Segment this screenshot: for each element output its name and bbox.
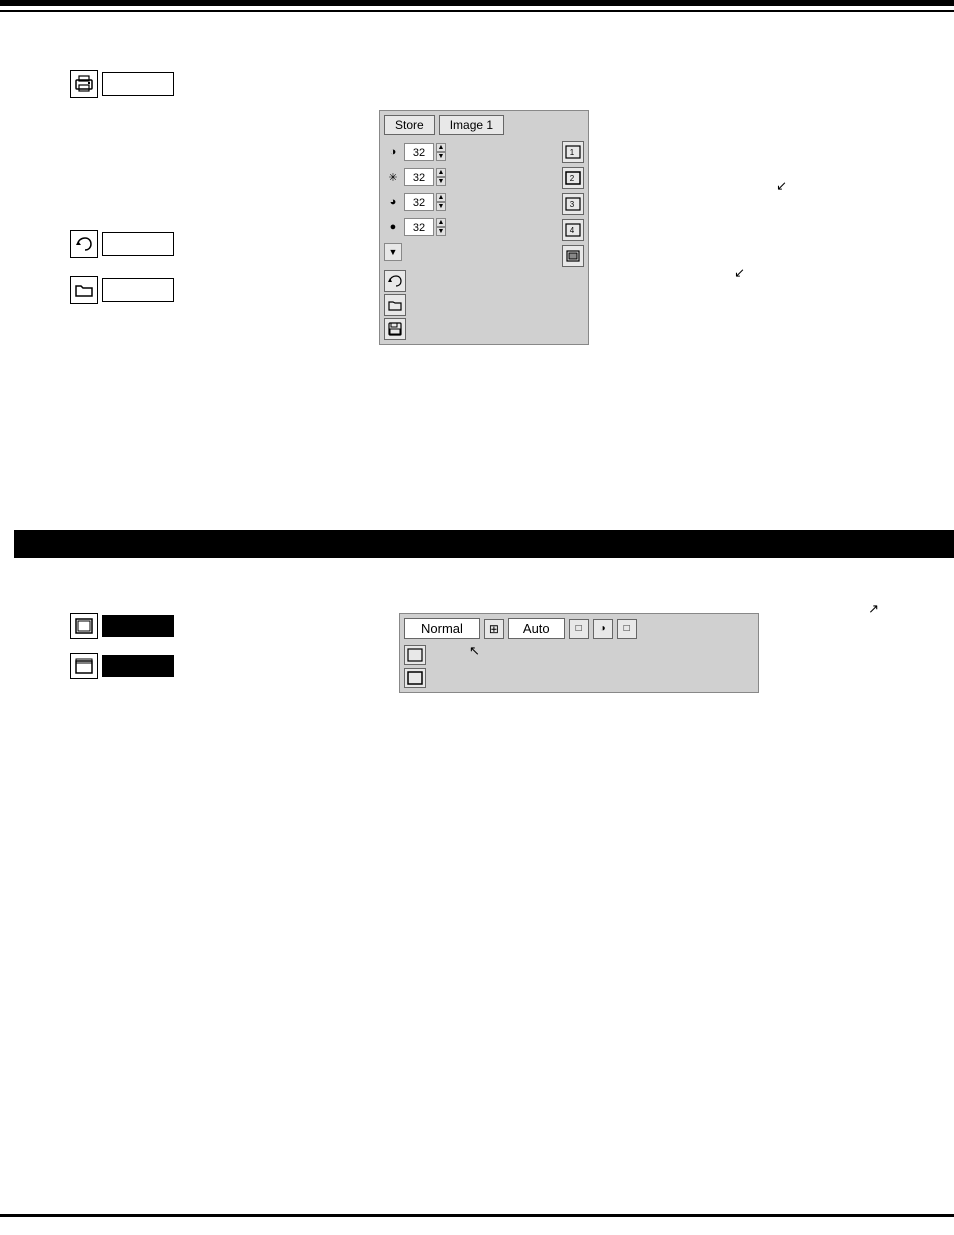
normal-sub-rows (404, 645, 754, 688)
contrast-value: 32 (404, 143, 434, 161)
panel-controls: ◑ 32 ▲ ▼ ✳ 32 ▲ ▼ (384, 141, 556, 340)
lower-panel-arrow2: ↗ (868, 601, 879, 617)
svg-text:3: 3 (570, 200, 575, 209)
normal-header: Normal ⊞ Auto □ ◑ □ (404, 618, 754, 639)
panel-body: ◑ 32 ▲ ▼ ✳ 32 ▲ ▼ (384, 141, 584, 340)
color-value: 32 (404, 193, 434, 211)
normal-icon-3[interactable]: □ (617, 619, 637, 639)
upper-left-icons (70, 70, 174, 98)
lower-icon-2[interactable] (70, 653, 98, 679)
brightness-value: 32 (404, 168, 434, 186)
lower-left-icons (70, 613, 174, 679)
normal-icon-2[interactable]: ◑ (593, 619, 613, 639)
undo-label (102, 232, 174, 256)
panel-arrow-annotation1: ↙ (776, 178, 787, 194)
top-border-line (0, 10, 954, 12)
panel-side-buttons: 1 2 3 (562, 141, 584, 340)
panel-arrow-annotation2: ↙ (734, 265, 745, 281)
lower-panel-arrow1: ↖ (469, 643, 480, 659)
bottom-row-2 (384, 294, 556, 316)
bottom-row-1 (384, 270, 556, 292)
upper-left-lower-icons (70, 230, 174, 304)
store-button[interactable]: Store (384, 115, 435, 135)
image2-select[interactable]: 2 (562, 167, 584, 189)
top-border (0, 0, 954, 6)
contrast-up[interactable]: ▲ (436, 143, 446, 152)
color-down[interactable]: ▼ (436, 202, 446, 211)
print-label (102, 72, 174, 96)
svg-text:1: 1 (570, 148, 575, 157)
svg-text:4: 4 (570, 226, 575, 235)
lower-label-1 (102, 615, 174, 637)
dropdown-row: ▼ (384, 241, 556, 263)
brightness-icon: ✳ (384, 168, 402, 186)
normal-sub-2[interactable] (404, 668, 426, 688)
color-up[interactable]: ▲ (436, 193, 446, 202)
image-extra-select[interactable] (562, 245, 584, 267)
tint-value: 32 (404, 218, 434, 236)
contrast-down[interactable]: ▼ (436, 152, 446, 161)
contrast-arrows: ▲ ▼ (436, 143, 446, 161)
upper-section: Store Image 1 ◑ 32 ▲ ▼ ✳ (0, 30, 954, 525)
contrast-row: ◑ 32 ▲ ▼ (384, 141, 556, 163)
color-row: ◕ 32 ▲ ▼ (384, 191, 556, 213)
undo-panel-button[interactable] (384, 270, 406, 292)
image1-button[interactable]: Image 1 (439, 115, 504, 135)
undo-icon[interactable] (70, 230, 98, 258)
tint-row: ● 32 ▲ ▼ (384, 216, 556, 238)
brightness-row: ✳ 32 ▲ ▼ (384, 166, 556, 188)
color-arrows: ▲ ▼ (436, 193, 446, 211)
lower-icon-row-2 (70, 653, 174, 679)
tint-icon: ● (384, 218, 402, 236)
bottom-row-3 (384, 318, 556, 340)
bottom-border (0, 1214, 954, 1217)
section-divider (14, 530, 954, 558)
save-panel-button[interactable] (384, 318, 406, 340)
lower-icon-1[interactable] (70, 613, 98, 639)
image3-select[interactable]: 3 (562, 193, 584, 215)
normal-button[interactable]: Normal (404, 618, 480, 639)
icon-row-2 (70, 230, 174, 258)
tint-arrows: ▲ ▼ (436, 218, 446, 236)
folder-icon[interactable] (70, 276, 98, 304)
panel-bottom-icons (384, 270, 556, 340)
panel-header: Store Image 1 (384, 115, 584, 135)
auto-button[interactable]: Auto (508, 618, 565, 639)
lower-label-2 (102, 655, 174, 677)
svg-text:2: 2 (570, 174, 575, 183)
brightness-down[interactable]: ▼ (436, 177, 446, 186)
folder-panel-button[interactable] (384, 294, 406, 316)
normal-panel: Normal ⊞ Auto □ ◑ □ (399, 613, 759, 693)
image1-select[interactable]: 1 (562, 141, 584, 163)
brightness-up[interactable]: ▲ (436, 168, 446, 177)
contrast-icon: ◑ (384, 143, 402, 161)
print-icon[interactable] (70, 70, 98, 98)
normal-sub-1[interactable] (404, 645, 426, 665)
normal-plus-icon[interactable]: ⊞ (484, 619, 504, 639)
image4-select[interactable]: 4 (562, 219, 584, 241)
folder-label (102, 278, 174, 302)
tint-down[interactable]: ▼ (436, 227, 446, 236)
icon-row-1 (70, 70, 174, 98)
image-panel: Store Image 1 ◑ 32 ▲ ▼ ✳ (379, 110, 589, 345)
dropdown-button[interactable]: ▼ (384, 243, 402, 261)
brightness-arrows: ▲ ▼ (436, 168, 446, 186)
color-icon: ◕ (384, 193, 402, 211)
tint-up[interactable]: ▲ (436, 218, 446, 227)
lower-icon-row-1 (70, 613, 174, 639)
icon-row-3 (70, 276, 174, 304)
normal-icon-1[interactable]: □ (569, 619, 589, 639)
